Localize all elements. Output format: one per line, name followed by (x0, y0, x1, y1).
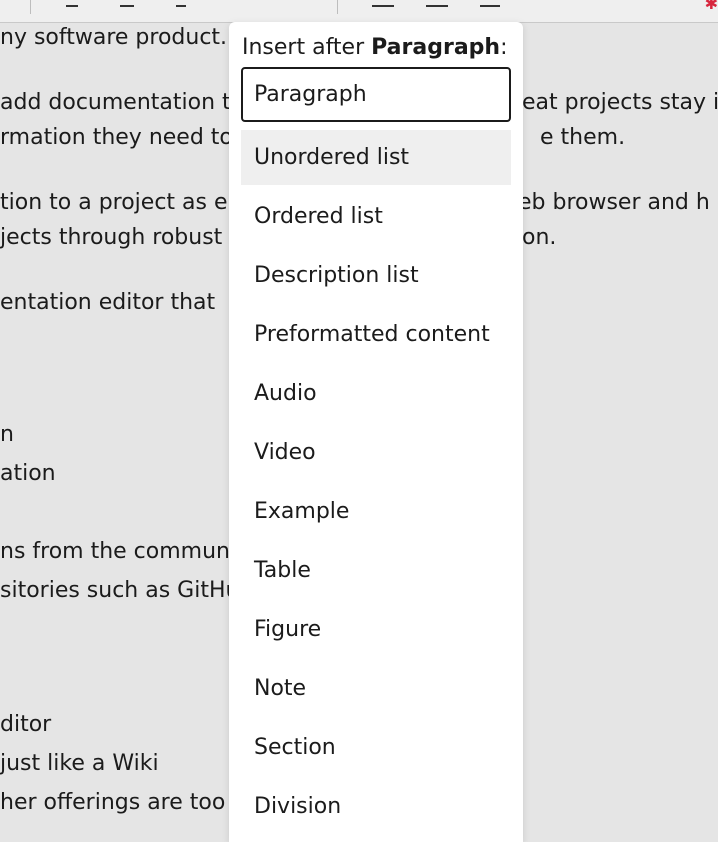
menu-title: Insert after Paragraph: (242, 34, 508, 62)
doc-text-line: entation editor that (0, 290, 216, 315)
menu-item-preformatted-content[interactable]: Preformatted content (241, 307, 511, 362)
menu-item-figure[interactable]: Figure (241, 602, 511, 657)
doc-text-line: ditor (0, 712, 52, 737)
menu-item-paragraph[interactable]: Paragraph (241, 67, 511, 122)
underline-icon[interactable] (120, 0, 134, 7)
doc-text-line: just like a Wiki (0, 751, 159, 776)
doc-text-line: rmation they need to (0, 125, 233, 150)
menu-item-unordered-list[interactable]: Unordered list (241, 130, 511, 185)
alert-icon[interactable]: ✱ (705, 0, 718, 13)
italic-icon[interactable] (176, 0, 186, 7)
menu-item-audio[interactable]: Audio (241, 366, 511, 421)
doc-text-fragment: eat projects stay i (522, 90, 718, 115)
menu-item-section[interactable]: Section (241, 720, 511, 775)
doc-text-line: add documentation t (0, 90, 231, 115)
doc-text-line: ny software product. (0, 25, 228, 50)
menu-item-table[interactable]: Table (241, 543, 511, 598)
toolbar-separator (337, 0, 338, 14)
menu-item-ordered-list[interactable]: Ordered list (241, 189, 511, 244)
doc-text-line: tion to a project as e (0, 190, 228, 215)
menu-item-example[interactable]: Example (241, 484, 511, 539)
doc-text-line: her offerings are too (0, 790, 226, 815)
ordered-list-icon[interactable] (372, 0, 394, 7)
editor-toolbar: ✱ (0, 0, 718, 23)
doc-text-line: ation (0, 461, 56, 486)
menu-title-block-type: Paragraph (371, 35, 501, 60)
doc-text-fragment: e them. (540, 125, 626, 150)
bold-icon[interactable] (66, 0, 78, 7)
doc-text-fragment: eb browser and h (518, 190, 710, 215)
unordered-list-icon[interactable] (426, 0, 448, 7)
menu-item-division[interactable]: Division (241, 779, 511, 834)
doc-text-line: n (0, 422, 14, 447)
doc-text-line: jects through robust (0, 225, 223, 250)
block-icon[interactable] (480, 0, 500, 7)
doc-text-fragment: on. (522, 225, 557, 250)
toolbar-separator (30, 0, 31, 14)
insert-block-menu: Insert after Paragraph: Paragraph Unorde… (229, 22, 523, 842)
menu-item-video[interactable]: Video (241, 425, 511, 480)
doc-text-line: sitories such as GitHu (0, 578, 240, 603)
menu-item-note[interactable]: Note (241, 661, 511, 716)
menu-title-suffix: : (500, 35, 508, 60)
menu-item-description-list[interactable]: Description list (241, 248, 511, 303)
menu-title-prefix: Insert after (242, 35, 365, 60)
doc-text-line: ns from the communi (0, 539, 237, 564)
